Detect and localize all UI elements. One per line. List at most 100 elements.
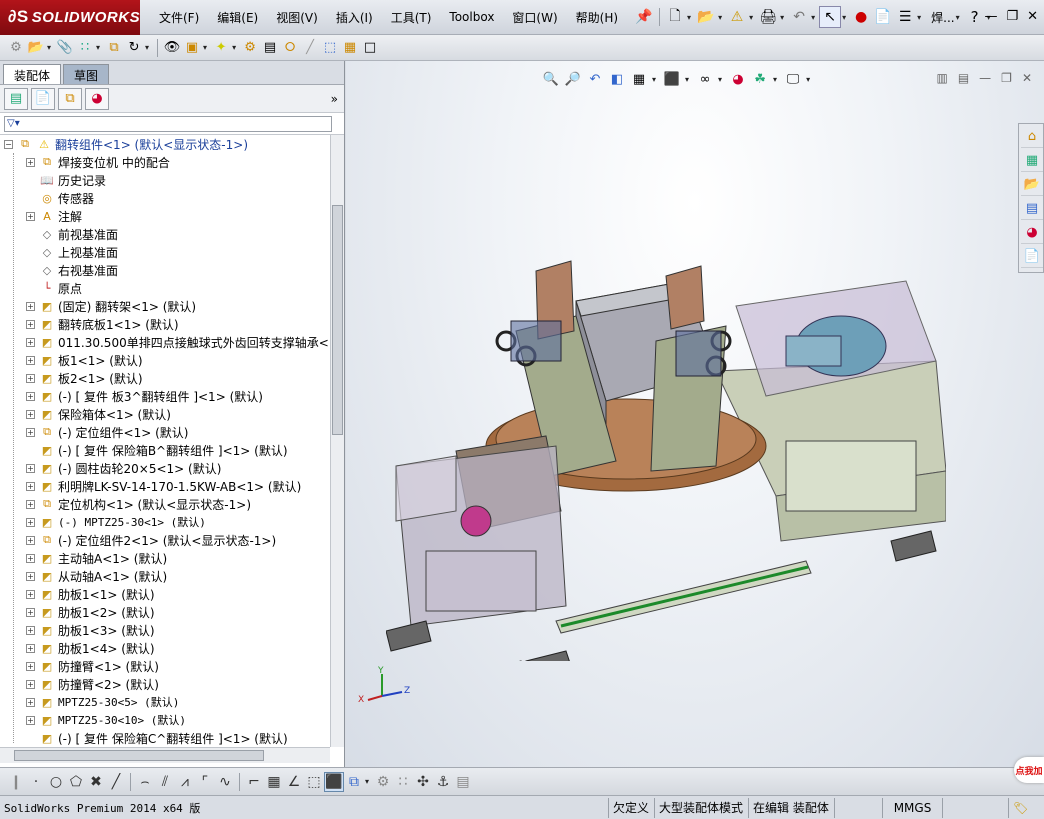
- display-manager-icon[interactable]: ◕: [85, 87, 109, 110]
- expand-icon[interactable]: +: [26, 427, 35, 437]
- display-style-icon[interactable]: ∞: [695, 69, 715, 89]
- menu-insert[interactable]: 插入(I): [327, 9, 382, 26]
- bill-of-materials-icon[interactable]: ▤: [260, 38, 280, 58]
- tree-item[interactable]: + ◩ 板1<1> (默认): [26, 351, 143, 369]
- smart-fasteners-icon[interactable]: ⧉: [104, 38, 124, 58]
- chevron-down-icon[interactable]: ▾: [47, 43, 51, 52]
- chevron-down-icon[interactable]: ▾: [203, 43, 207, 52]
- view-orientation-icon[interactable]: ⬛: [662, 69, 682, 89]
- new-part-icon[interactable]: 📂: [26, 38, 46, 58]
- appearances-icon[interactable]: ◕: [1021, 222, 1043, 244]
- edit-appearance-icon[interactable]: ◕: [728, 69, 748, 89]
- smart-dimension-icon[interactable]: ⌐: [244, 772, 264, 792]
- apply-scene-icon[interactable]: ☘: [750, 69, 770, 89]
- tree-item[interactable]: └ 原点: [26, 279, 82, 297]
- interference-detection-icon[interactable]: ⬚: [320, 38, 340, 58]
- zoom-to-area-icon[interactable]: 🔎: [563, 69, 583, 89]
- trim-icon[interactable]: ✖: [86, 772, 106, 792]
- chevron-down-icon[interactable]: ▾: [811, 13, 815, 22]
- menu-toolbox[interactable]: Toolbox: [440, 10, 503, 24]
- expand-icon[interactable]: +: [26, 499, 35, 509]
- viewport-restore-icon[interactable]: ❐: [1001, 71, 1012, 85]
- tree-item[interactable]: + ◩ (-) 圆柱齿轮20×5<1> (默认): [26, 459, 221, 477]
- cube-display-icon[interactable]: ⧉: [344, 772, 364, 792]
- view-settings-icon[interactable]: 🖵: [783, 69, 803, 89]
- previous-view-icon[interactable]: ↶: [585, 69, 605, 89]
- chevron-down-icon[interactable]: ▾: [806, 75, 810, 84]
- pattern-icon[interactable]: ∷: [393, 772, 413, 792]
- exploded-view-icon[interactable]: ⭘: [280, 38, 300, 58]
- viewport-close-icon[interactable]: ✕: [1022, 71, 1032, 85]
- home-icon[interactable]: ⌂: [1021, 126, 1043, 148]
- tree-item[interactable]: + ◩ 肋板1<2> (默认): [26, 603, 155, 621]
- options-icon[interactable]: ☰: [894, 6, 916, 28]
- circle-icon[interactable]: ○: [46, 772, 66, 792]
- tree-item[interactable]: + ◩ 011.30.500单排四点接触球式外齿回转支撑轴承<1: [26, 333, 330, 351]
- tree-item[interactable]: + ◩ 从动轴A<1> (默认): [26, 567, 167, 585]
- tree-vertical-scrollbar[interactable]: [330, 135, 344, 747]
- expand-icon[interactable]: +: [26, 715, 35, 725]
- tree-item[interactable]: ◇ 前视基准面: [26, 225, 118, 243]
- tree-item[interactable]: ◩ (-) [ 复件 保险箱B^翻转组件 ]<1> (默认): [26, 441, 288, 459]
- chevron-down-icon[interactable]: ▾: [917, 13, 921, 22]
- tab-sketch[interactable]: 草图: [63, 64, 110, 84]
- expand-icon[interactable]: +: [26, 535, 35, 545]
- units-selector[interactable]: MMGS: [882, 797, 942, 818]
- tree-item[interactable]: + ◩ 板2<1> (默认): [26, 369, 143, 387]
- expand-icon[interactable]: +: [26, 157, 35, 167]
- chevron-down-icon[interactable]: ▾: [956, 13, 960, 22]
- filter-icon[interactable]: ▽▾: [7, 118, 20, 129]
- menu-view[interactable]: 视图(V): [267, 9, 327, 26]
- chevron-down-icon[interactable]: ▾: [145, 43, 149, 52]
- viewport-tile-icon[interactable]: ▥: [936, 71, 947, 85]
- expand-icon[interactable]: +: [26, 697, 35, 707]
- zoom-to-fit-icon[interactable]: 🔍: [541, 69, 561, 89]
- fillet-icon[interactable]: ⌢: [135, 772, 155, 792]
- box-icon[interactable]: ⬚: [304, 772, 324, 792]
- tree-item[interactable]: + ⧉ 定位机构<1> (默认<显示状态-1>): [26, 495, 251, 513]
- insert-component-icon[interactable]: ⚙: [6, 38, 26, 58]
- clearance-verification-icon[interactable]: ▦: [340, 38, 360, 58]
- close-icon[interactable]: ✕: [1027, 9, 1038, 24]
- mate-reference-icon[interactable]: ⚓: [433, 772, 453, 792]
- tree-item[interactable]: + ◩ 肋板1<1> (默认): [26, 585, 155, 603]
- tree-item[interactable]: + ⧉ 焊接变位机 中的配合: [26, 153, 170, 171]
- expand-icon[interactable]: +: [26, 517, 35, 527]
- file-properties-icon[interactable]: 📄: [872, 6, 894, 28]
- restore-icon[interactable]: ❐: [1006, 9, 1018, 24]
- new-motion-study-icon[interactable]: ⚙: [240, 38, 260, 58]
- horizontal-scroll-thumb[interactable]: [14, 750, 264, 761]
- property-manager-icon[interactable]: 📄: [31, 87, 55, 110]
- rebuild-traffic-light-icon[interactable]: ●: [850, 6, 872, 28]
- configuration-manager-icon[interactable]: ⧉: [58, 87, 82, 110]
- chevron-down-icon[interactable]: ▾: [232, 43, 236, 52]
- show-hidden-icon[interactable]: 👁: [162, 38, 182, 58]
- table-icon[interactable]: ▤: [453, 772, 473, 792]
- tree-item[interactable]: + ◩ 肋板1<3> (默认): [26, 621, 155, 639]
- expand-icon[interactable]: +: [26, 373, 35, 383]
- pin-icon[interactable]: 📌: [633, 6, 655, 28]
- polygon-icon[interactable]: ⬠: [66, 772, 86, 792]
- graphics-area[interactable]: 🔍 🔎 ↶ ◧ ▦▾ ⬛▾ ∞▾ ◕ ☘▾ 🖵▾ ▥ ▤ — ❐ ✕: [346, 61, 1044, 767]
- tree-item[interactable]: + ◩ 翻转底板1<1> (默认): [26, 315, 179, 333]
- grid-icon[interactable]: ▦: [264, 772, 284, 792]
- tree-item[interactable]: + A 注解: [26, 207, 82, 225]
- expand-panels-icon[interactable]: »: [331, 92, 338, 106]
- open-folder-icon[interactable]: 📂: [695, 6, 717, 28]
- chevron-down-icon[interactable]: ▾: [780, 13, 784, 22]
- tree-item[interactable]: + ⧉ (-) 定位组件<1> (默认): [26, 423, 188, 441]
- expand-icon[interactable]: +: [26, 643, 35, 653]
- feature-manager-icon[interactable]: ▤: [4, 87, 28, 110]
- menu-tools[interactable]: 工具(T): [382, 9, 441, 26]
- tree-item[interactable]: + ◩ MPTZ25-30<5> (默认): [26, 693, 179, 711]
- print-icon[interactable]: 🖨: [757, 6, 779, 28]
- expand-icon[interactable]: +: [26, 355, 35, 365]
- expand-icon[interactable]: +: [26, 463, 35, 473]
- tree-item[interactable]: + ◩ (固定) 翻转架<1> (默认): [26, 297, 196, 315]
- viewport-minimize-icon[interactable]: —: [979, 71, 991, 85]
- expand-icon[interactable]: +: [26, 661, 35, 671]
- tree-item[interactable]: ◎ 传感器: [26, 189, 94, 207]
- chevron-down-icon[interactable]: ▾: [773, 75, 777, 84]
- viewport-cascade-icon[interactable]: ▤: [958, 71, 969, 85]
- spline-icon[interactable]: ∿: [215, 772, 235, 792]
